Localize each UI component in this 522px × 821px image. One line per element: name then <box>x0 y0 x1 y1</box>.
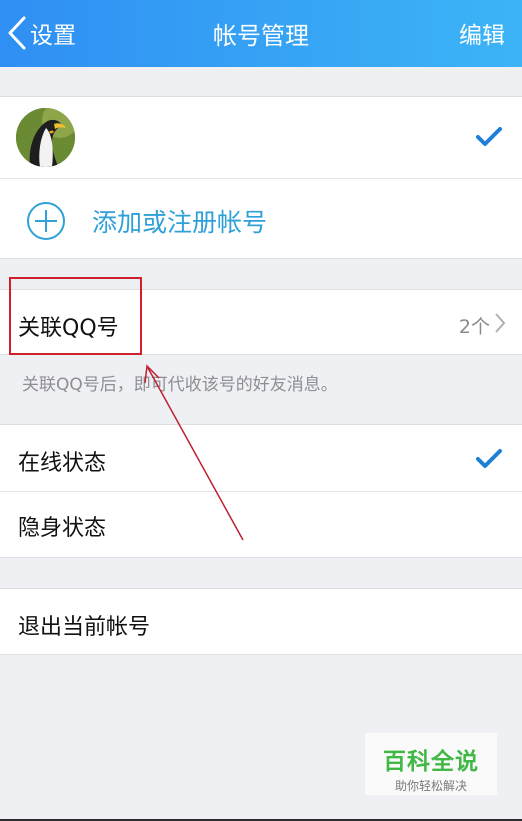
watermark-logo: 百科全说 助你轻松解决 <box>365 733 497 795</box>
annotation-arrow-icon <box>144 364 244 541</box>
watermark-subtitle: 助你轻松解决 <box>394 779 467 793</box>
watermark-title: 百科全说 <box>383 749 479 775</box>
